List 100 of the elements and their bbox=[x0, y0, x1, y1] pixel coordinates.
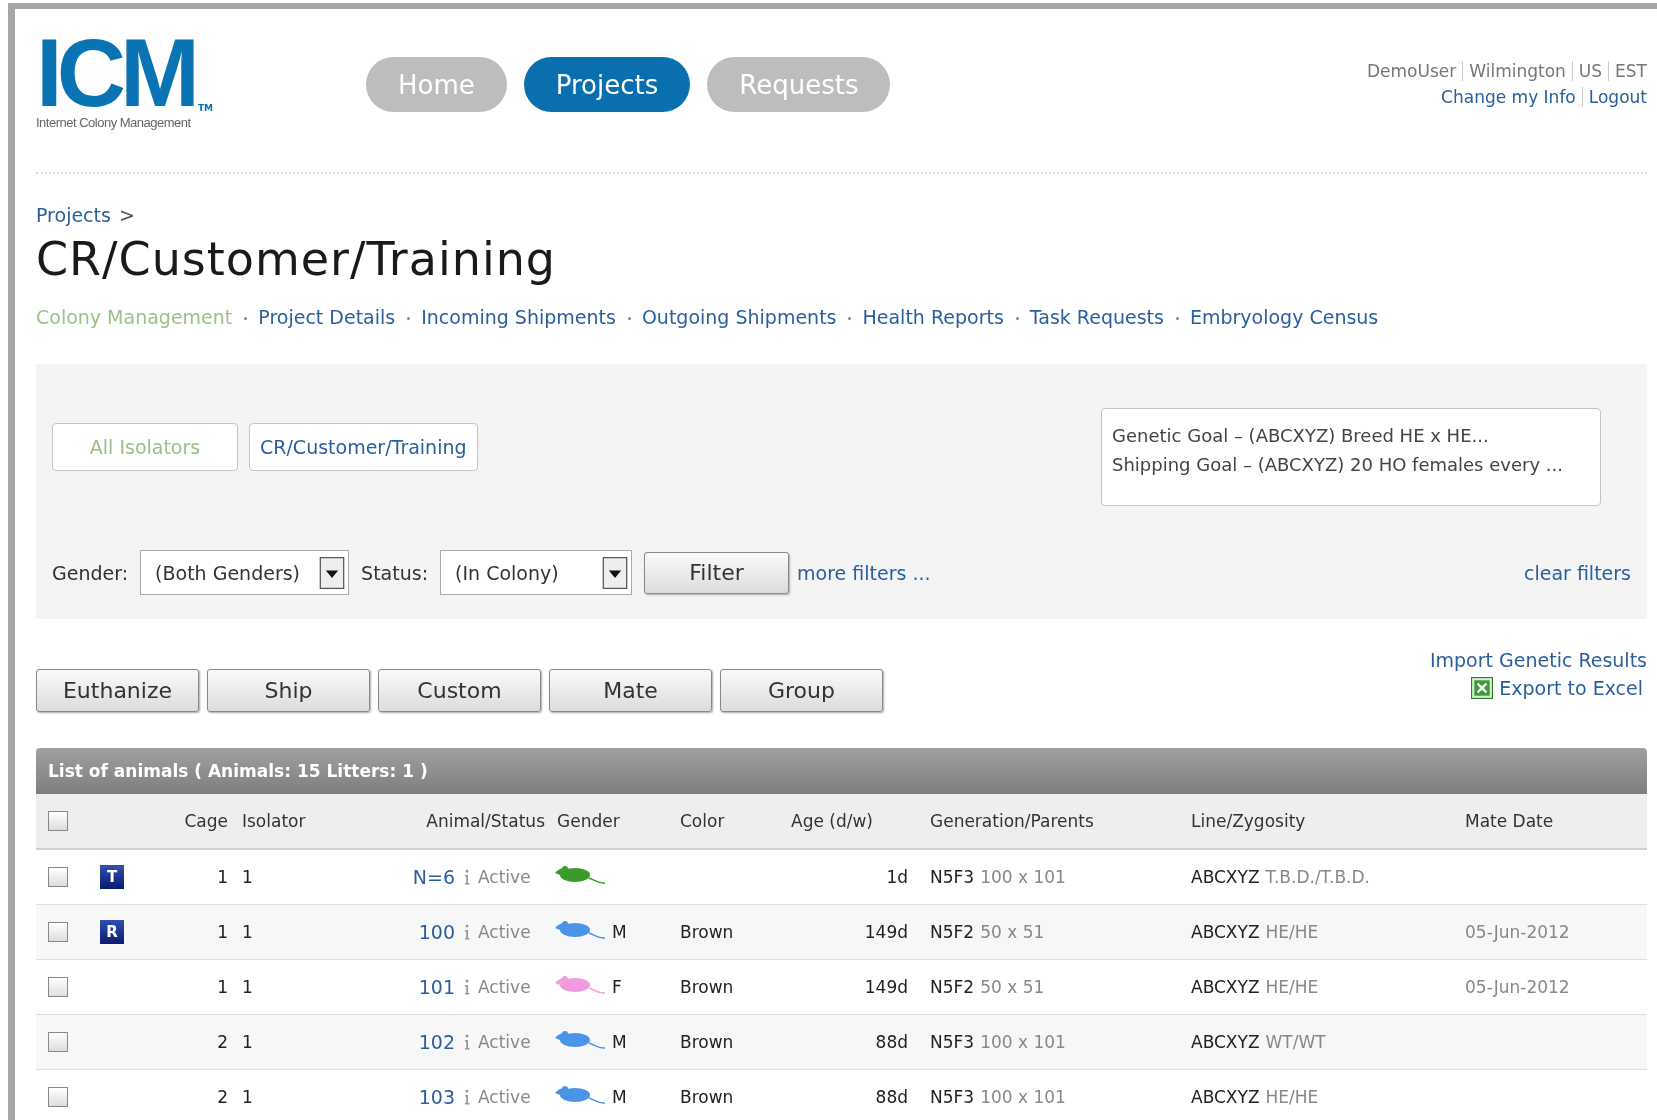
section-link[interactable]: Incoming Shipments bbox=[405, 306, 616, 328]
caret-icon bbox=[319, 556, 346, 589]
action-button[interactable]: Group bbox=[720, 669, 883, 712]
import-link[interactable]: Import Genetic Results bbox=[1429, 649, 1647, 671]
account-link[interactable]: Logout bbox=[1581, 87, 1647, 107]
row-checkbox[interactable] bbox=[48, 1087, 68, 1107]
isolator-button[interactable]: CR/Customer/Training bbox=[249, 423, 478, 471]
column-header: Line/Zygosity bbox=[1191, 811, 1306, 831]
table-cell: 1 bbox=[217, 922, 228, 942]
nav-tab[interactable]: Projects bbox=[523, 57, 691, 112]
user-info-text: EST bbox=[1608, 61, 1647, 81]
export-link[interactable]: Export to Excel bbox=[1499, 677, 1643, 699]
gender-text: M bbox=[612, 922, 627, 942]
filter-button[interactable]: Filter bbox=[644, 551, 790, 594]
info-icon[interactable] bbox=[463, 869, 470, 885]
tag-badge: R bbox=[100, 920, 124, 944]
parents-text: 100 x 101 bbox=[980, 867, 1066, 887]
page-title: CR/Customer/Training bbox=[36, 232, 558, 286]
generation-text: N5F3 bbox=[930, 1087, 975, 1107]
column-header: Cage bbox=[184, 811, 228, 831]
user-info-text: US bbox=[1571, 61, 1603, 81]
mate-date: 05-Jun-2012 bbox=[1465, 977, 1570, 997]
action-button[interactable]: Euthanize bbox=[36, 669, 199, 712]
goal-text: Genetic Goal – (ABCXYZ) Breed HE x HE... bbox=[1112, 424, 1490, 448]
tag-badge: T bbox=[100, 865, 124, 889]
section-link[interactable]: Outgoing Shipments bbox=[625, 306, 837, 328]
column-header: Gender bbox=[557, 811, 620, 831]
table-cell: Brown bbox=[680, 1032, 734, 1052]
account-link[interactable]: Change my Info bbox=[1441, 87, 1576, 107]
table-cell: 1 bbox=[242, 977, 253, 997]
column-header: Mate Date bbox=[1465, 811, 1554, 831]
table-cell: 1 bbox=[242, 1032, 253, 1052]
info-icon[interactable] bbox=[463, 979, 470, 995]
animal-link[interactable]: 101 bbox=[418, 976, 455, 998]
line-text: ABCXYZ bbox=[1191, 1087, 1260, 1107]
parents-text: 100 x 101 bbox=[980, 1087, 1066, 1107]
status-text: Active bbox=[478, 922, 531, 942]
line-text: ABCXYZ bbox=[1191, 922, 1260, 942]
section-link[interactable]: Task Requests bbox=[1013, 306, 1164, 328]
zygosity-text: HE/HE bbox=[1265, 977, 1319, 997]
column-header: Animal/Status bbox=[426, 811, 545, 831]
animal-link[interactable]: 103 bbox=[418, 1086, 455, 1108]
zygosity-text: T.B.D./T.B.D. bbox=[1265, 867, 1370, 887]
row-checkbox[interactable] bbox=[48, 977, 68, 997]
section-link[interactable]: Health Reports bbox=[846, 306, 1004, 328]
parents-text: 50 x 51 bbox=[980, 977, 1045, 997]
action-button[interactable]: Custom bbox=[378, 669, 541, 712]
table-cell: 1 bbox=[217, 867, 228, 887]
more-filters-link[interactable]: more filters ... bbox=[797, 561, 931, 584]
section-link[interactable]: Project Details bbox=[242, 306, 396, 328]
info-icon[interactable] bbox=[463, 1089, 470, 1105]
select-all-checkbox[interactable] bbox=[48, 811, 68, 831]
generation-text: N5F2 bbox=[930, 922, 975, 942]
animal-link[interactable]: 100 bbox=[418, 921, 455, 943]
zygosity-text: WT/WT bbox=[1265, 1032, 1326, 1052]
table-cell: 1d bbox=[886, 867, 908, 887]
spreadsheet-icon bbox=[1471, 677, 1494, 699]
row-checkbox[interactable] bbox=[48, 867, 68, 887]
generation-text: N5F3 bbox=[930, 867, 975, 887]
column-header: Generation/Parents bbox=[930, 811, 1094, 831]
row-checkbox[interactable] bbox=[48, 922, 68, 942]
gender-dropdown[interactable]: (Both Genders) bbox=[140, 550, 350, 595]
status-dropdown[interactable]: (In Colony) bbox=[440, 550, 633, 595]
table-cell: Brown bbox=[680, 977, 734, 997]
section-link[interactable]: Embryology Census bbox=[1173, 306, 1379, 328]
column-header: Isolator bbox=[242, 811, 306, 831]
table-cell: Brown bbox=[680, 922, 734, 942]
clear-filters-link[interactable]: clear filters bbox=[1524, 561, 1631, 584]
table-title: List of animals ( Animals: 15 Litters: 1 ) bbox=[48, 761, 428, 781]
generation-text: N5F2 bbox=[930, 977, 975, 997]
field-label: Status: bbox=[361, 561, 429, 584]
table-cell: 149d bbox=[864, 922, 908, 942]
info-icon[interactable] bbox=[463, 924, 470, 940]
row-checkbox[interactable] bbox=[48, 1032, 68, 1052]
animal-link[interactable]: 102 bbox=[418, 1031, 455, 1053]
breadcrumb-link[interactable]: Projects bbox=[36, 204, 111, 226]
logo-wordmark: ICM bbox=[36, 33, 194, 113]
table-cell: 149d bbox=[864, 977, 908, 997]
mate-date: 05-Jun-2012 bbox=[1465, 922, 1570, 942]
status-text: Active bbox=[478, 1087, 531, 1107]
line-text: ABCXYZ bbox=[1191, 867, 1260, 887]
gender-text: F bbox=[612, 977, 622, 997]
table-cell: Brown bbox=[680, 1087, 734, 1107]
line-text: ABCXYZ bbox=[1191, 1032, 1260, 1052]
table-cell: 88d bbox=[875, 1032, 908, 1052]
zygosity-text: HE/HE bbox=[1265, 1087, 1319, 1107]
status-text: Active bbox=[478, 1032, 531, 1052]
caret-icon bbox=[602, 556, 629, 589]
table-cell: 1 bbox=[242, 867, 253, 887]
gender-text: M bbox=[612, 1032, 627, 1052]
trademark-sign: TM bbox=[197, 103, 214, 113]
animal-link[interactable]: N=6 bbox=[412, 866, 455, 888]
column-header: Color bbox=[680, 811, 725, 831]
action-button[interactable]: Ship bbox=[207, 669, 370, 712]
table-cell: 1 bbox=[242, 1087, 253, 1107]
goal-text: Shipping Goal – (ABCXYZ) 20 HO females every ... bbox=[1112, 453, 1564, 477]
action-button[interactable]: Mate bbox=[549, 669, 712, 712]
user-info-text: DemoUser bbox=[1367, 61, 1457, 81]
info-icon[interactable] bbox=[463, 1034, 470, 1050]
line-text: ABCXYZ bbox=[1191, 977, 1260, 997]
